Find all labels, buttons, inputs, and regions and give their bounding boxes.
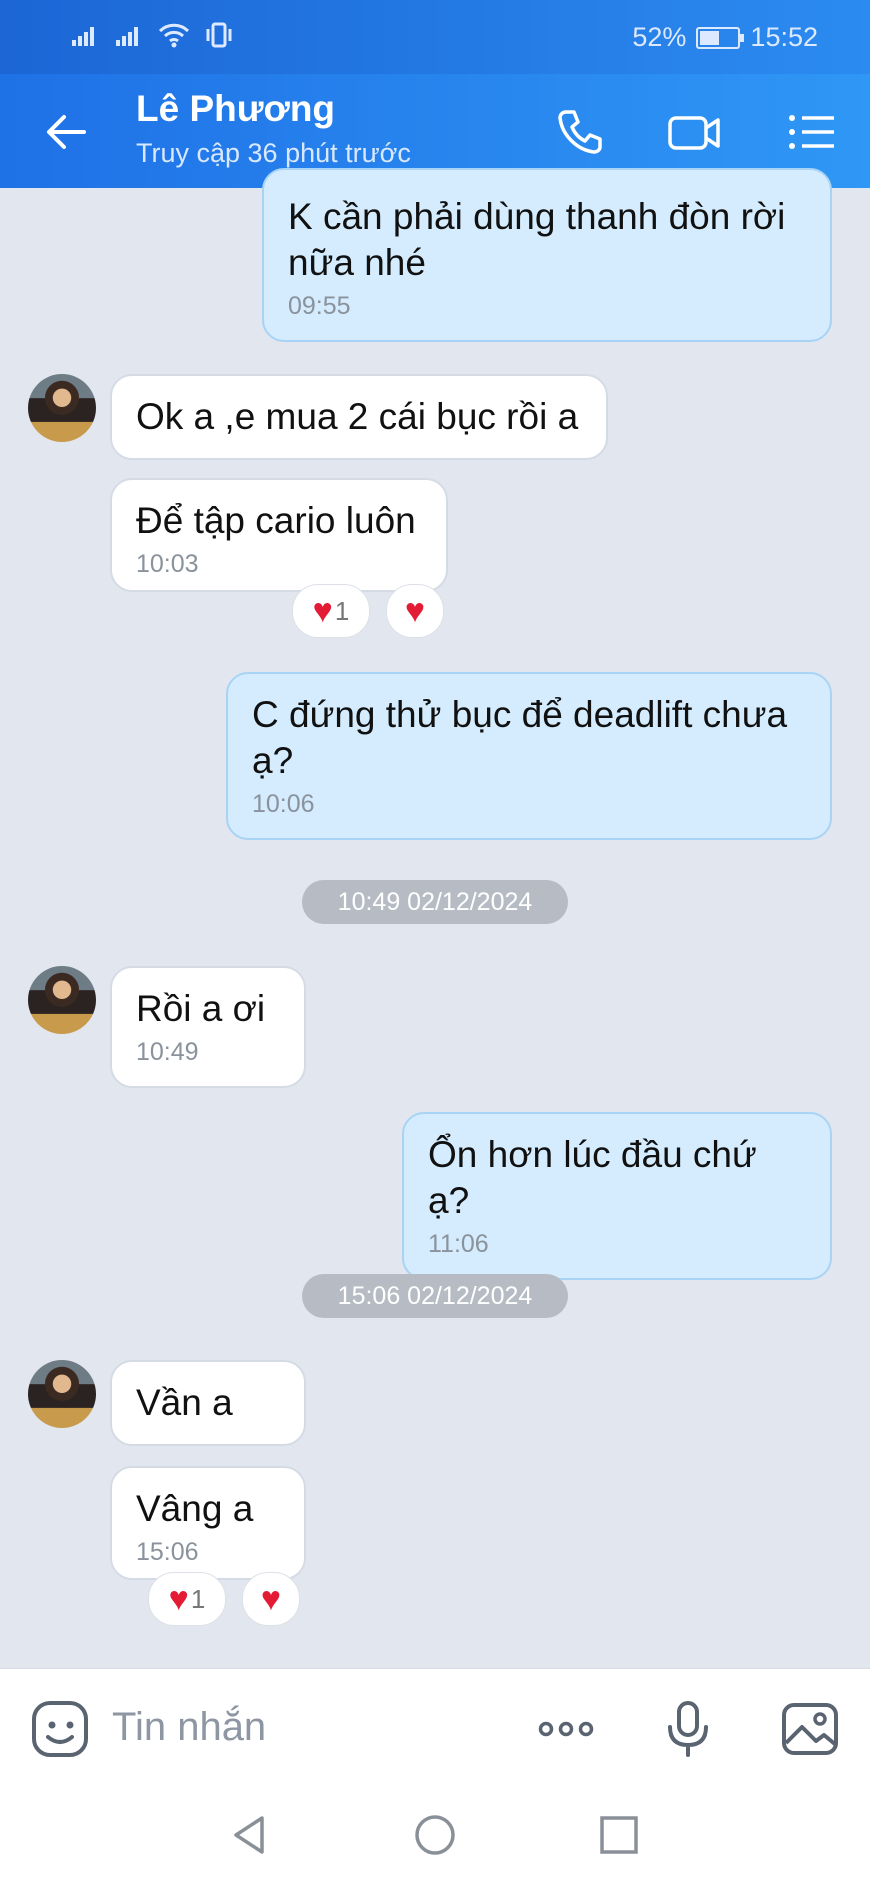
heart-icon: ♥ [260, 1580, 282, 1618]
message-bubble-incoming[interactable]: Rồi a ơi 10:49 [110, 966, 306, 1088]
clock: 15:52 [750, 22, 818, 52]
date-divider: 10:49 02/12/2024 [302, 880, 568, 924]
message-time: 15:06 [136, 1538, 199, 1566]
sticker-icon[interactable] [30, 1699, 90, 1759]
heart-icon: ♥ [312, 592, 333, 630]
chat-area[interactable]: K cần phải dùng thanh đòn rời nữa nhé 09… [0, 168, 870, 1668]
vibrate-icon [206, 22, 232, 48]
contact-avatar[interactable] [28, 966, 96, 1034]
message-bubble-outgoing[interactable]: Ổn hơn lúc đầu chứ ạ? 11:06 [402, 1112, 832, 1280]
nav-home-icon[interactable] [410, 1810, 460, 1860]
back-arrow-icon[interactable] [40, 106, 92, 158]
react-button[interactable]: ♥ [242, 1572, 300, 1626]
message-time: 10:06 [252, 790, 315, 818]
contact-last-seen: Truy cập 36 phút trước [136, 138, 411, 168]
signal-icon [72, 27, 94, 46]
nav-back-icon[interactable] [224, 1810, 274, 1860]
more-options-icon[interactable] [536, 1699, 596, 1759]
menu-list-icon[interactable] [784, 104, 840, 160]
nav-recents-icon[interactable] [594, 1810, 644, 1860]
date-divider: 15:06 02/12/2024 [302, 1274, 568, 1318]
status-icons-left [70, 22, 234, 48]
microphone-icon[interactable] [658, 1699, 718, 1759]
message-bubble-outgoing[interactable]: C đứng thử bục để deadlift chưa ạ? 10:06 [226, 672, 832, 840]
message-composer: Tin nhắn [0, 1668, 870, 1791]
react-button[interactable]: ♥ [386, 584, 444, 638]
message-bubble-incoming[interactable]: Ok a ,e mua 2 cái bục rồi a [110, 374, 608, 460]
message-text: Rồi a ơi [136, 988, 266, 1029]
message-text: K cần phải dùng thanh đòn rời nữa nhé [288, 196, 786, 283]
message-text: Vần a [136, 1382, 233, 1423]
reaction-badge[interactable]: ♥ 1 [148, 1572, 226, 1626]
reaction-badge[interactable]: ♥ 1 [292, 584, 370, 638]
wifi-icon [158, 23, 190, 48]
contact-avatar[interactable] [28, 374, 96, 442]
message-text: Để tập cario luôn [136, 500, 416, 541]
contact-avatar[interactable] [28, 1360, 96, 1428]
message-text: C đứng thử bục để deadlift chưa ạ? [252, 694, 788, 781]
message-text: Ổn hơn lúc đầu chứ ạ? [428, 1134, 757, 1221]
message-bubble-outgoing[interactable]: K cần phải dùng thanh đòn rời nữa nhé 09… [262, 168, 832, 342]
image-gallery-icon[interactable] [780, 1699, 840, 1759]
message-text: Vâng a [136, 1488, 254, 1529]
heart-icon: ♥ [404, 592, 426, 630]
status-icons-right: 52% 15:52 [632, 22, 818, 53]
battery-icon [696, 26, 745, 49]
message-bubble-incoming[interactable]: Vần a [110, 1360, 306, 1446]
contact-name[interactable]: Lê Phương [136, 88, 335, 130]
message-bubble-incoming[interactable]: Để tập cario luôn 10:03 [110, 478, 448, 592]
message-bubble-incoming[interactable]: Vâng a 15:06 [110, 1466, 306, 1580]
heart-icon: ♥ [168, 1580, 189, 1618]
message-time: 09:55 [288, 292, 351, 320]
battery-percent: 52% [632, 22, 687, 52]
signal-icon [116, 27, 138, 46]
message-time: 10:49 [136, 1038, 199, 1066]
status-bar: 52% 15:52 [0, 0, 870, 74]
phone-icon[interactable] [552, 104, 608, 160]
battery-level [700, 30, 720, 45]
reaction-count: 1 [190, 1583, 206, 1614]
video-call-icon[interactable] [666, 104, 722, 160]
reaction-count: 1 [334, 595, 350, 626]
message-text: Ok a ,e mua 2 cái bục rồi a [136, 396, 579, 437]
message-input[interactable]: Tin nhắn [112, 1705, 266, 1750]
message-time: 11:06 [428, 1230, 489, 1258]
system-nav-bar [0, 1790, 870, 1884]
message-time: 10:03 [136, 550, 199, 578]
